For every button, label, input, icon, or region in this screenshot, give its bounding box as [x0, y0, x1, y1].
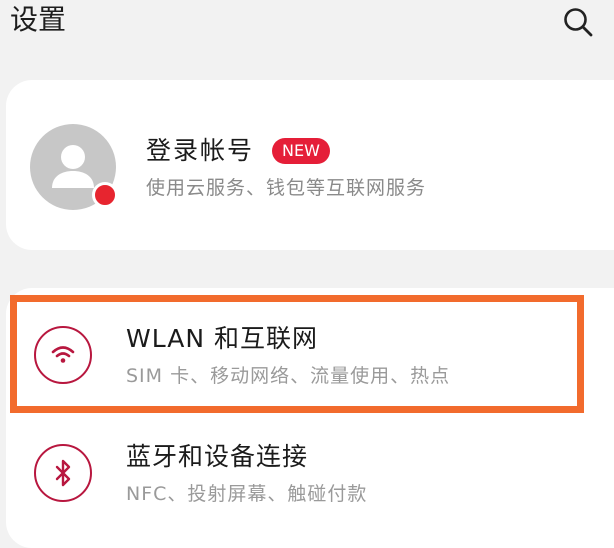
- page-title: 设置: [10, 3, 67, 36]
- account-card[interactable]: 登录帐号 NEW 使用云服务、钱包等互联网服务: [6, 80, 614, 250]
- settings-item-bluetooth[interactable]: 蓝牙和设备连接 NFC、投射屏幕、触碰付款: [6, 418, 614, 528]
- account-title: 登录帐号: [146, 136, 255, 165]
- settings-list: WLAN 和互联网 SIM 卡、移动网络、流量使用、热点 蓝牙和设备连接 NFC…: [6, 288, 614, 548]
- wifi-icon: [34, 326, 92, 384]
- header: 设置: [0, 0, 614, 50]
- bluetooth-icon: [34, 444, 92, 502]
- settings-item-subtitle: NFC、投射屏幕、触碰付款: [126, 483, 368, 505]
- settings-item-subtitle: SIM 卡、移动网络、流量使用、热点: [126, 365, 451, 387]
- avatar: [30, 124, 118, 210]
- settings-item-wlan[interactable]: WLAN 和互联网 SIM 卡、移动网络、流量使用、热点: [6, 300, 614, 410]
- new-badge: NEW: [272, 138, 330, 164]
- settings-item-title: 蓝牙和设备连接: [126, 442, 309, 471]
- search-icon: [564, 8, 593, 37]
- settings-item-title: WLAN 和互联网: [126, 324, 318, 353]
- search-button[interactable]: [562, 6, 594, 38]
- account-subtitle: 使用云服务、钱包等互联网服务: [146, 177, 427, 199]
- notification-dot: [92, 182, 118, 208]
